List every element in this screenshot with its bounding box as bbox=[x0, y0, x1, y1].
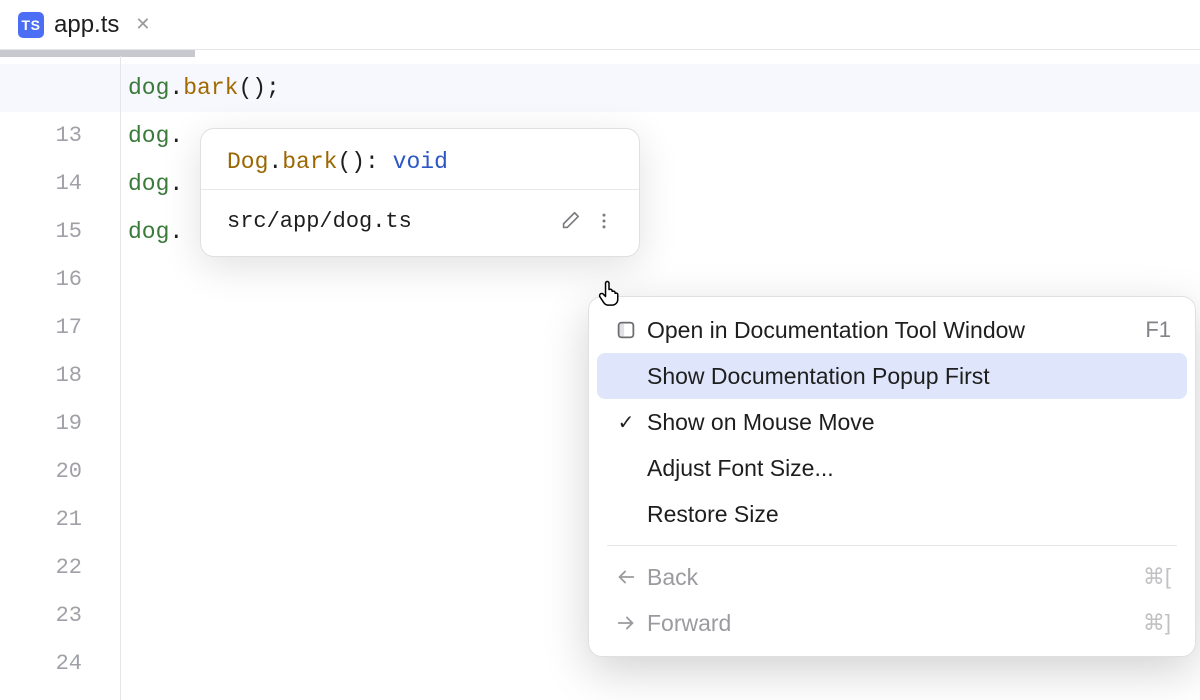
line-number: 15 bbox=[0, 208, 82, 256]
context-menu: Open in Documentation Tool Window F1 Sho… bbox=[588, 296, 1196, 657]
menu-item[interactable]: Open in Documentation Tool Window F1 bbox=[597, 307, 1187, 353]
menu-item-back: Back ⌘[ bbox=[597, 554, 1187, 600]
documentation-popup: Dog.bark(): void src/app/dog.ts bbox=[200, 128, 640, 257]
line-number: 19 bbox=[0, 400, 82, 448]
doc-source-path: src/app/dog.ts bbox=[227, 209, 553, 234]
menu-item[interactable]: Restore Size bbox=[597, 491, 1187, 537]
doc-source-row: src/app/dog.ts bbox=[201, 190, 639, 252]
more-options-icon[interactable] bbox=[587, 204, 621, 238]
line-number: 20 bbox=[0, 448, 82, 496]
menu-item-label: Show Documentation Popup First bbox=[647, 363, 1171, 390]
back-arrow-icon bbox=[609, 566, 643, 588]
line-number: 18 bbox=[0, 352, 82, 400]
menu-item-label: Open in Documentation Tool Window bbox=[647, 317, 1145, 344]
typescript-icon: TS bbox=[18, 12, 44, 38]
menu-item[interactable]: Adjust Font Size... bbox=[597, 445, 1187, 491]
menu-item-forward: Forward ⌘] bbox=[597, 600, 1187, 646]
menu-item-label: Restore Size bbox=[647, 501, 1171, 528]
doc-signature: Dog.bark(): void bbox=[201, 131, 639, 190]
tab-filename: app.ts bbox=[54, 11, 119, 39]
rect-icon bbox=[609, 319, 643, 341]
close-icon[interactable]: ✕ bbox=[135, 14, 150, 35]
line-number: 25 bbox=[0, 688, 82, 700]
line-number: 16 bbox=[0, 256, 82, 304]
menu-item-shortcut: ⌘] bbox=[1143, 610, 1171, 636]
line-number: 21 bbox=[0, 496, 82, 544]
check-icon: ✓ bbox=[609, 410, 643, 435]
sig-return-type: void bbox=[393, 149, 448, 175]
sig-class: Dog bbox=[227, 149, 268, 175]
line-number: 14 bbox=[0, 160, 82, 208]
line-number: 13 bbox=[0, 112, 82, 160]
menu-item-label: Back bbox=[647, 564, 1143, 591]
forward-arrow-icon bbox=[609, 612, 643, 634]
menu-item-label: Adjust Font Size... bbox=[647, 455, 1171, 482]
line-number: 22 bbox=[0, 544, 82, 592]
file-tab[interactable]: TS app.ts ✕ bbox=[10, 5, 158, 45]
menu-item-label: Forward bbox=[647, 610, 1143, 637]
line-gutter: 1213141516171819202122232425 bbox=[0, 56, 100, 700]
menu-item[interactable]: ✓ Show on Mouse Move bbox=[597, 399, 1187, 445]
cursor-icon bbox=[595, 278, 623, 313]
menu-item-label: Show on Mouse Move bbox=[647, 409, 1171, 436]
menu-item-shortcut: ⌘[ bbox=[1143, 564, 1171, 590]
line-number: 17 bbox=[0, 304, 82, 352]
line-number: 23 bbox=[0, 592, 82, 640]
code-line[interactable]: dog.bark(); bbox=[128, 64, 1200, 112]
tab-bar: TS app.ts ✕ bbox=[0, 0, 1200, 50]
line-number: 24 bbox=[0, 640, 82, 688]
sig-method: bark bbox=[282, 149, 337, 175]
menu-item[interactable]: Show Documentation Popup First bbox=[597, 353, 1187, 399]
menu-separator bbox=[607, 545, 1177, 546]
menu-item-shortcut: F1 bbox=[1145, 317, 1171, 343]
edit-icon[interactable] bbox=[553, 204, 587, 238]
